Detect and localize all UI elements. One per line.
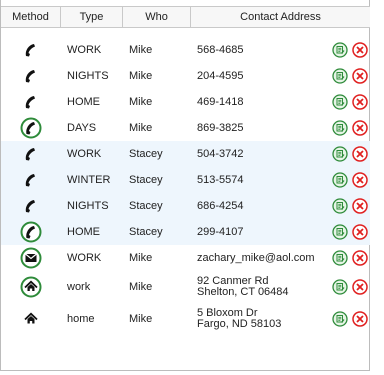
contact-address-cell: 869-3825	[197, 121, 244, 134]
delete-icon[interactable]	[352, 146, 368, 162]
edit-icon[interactable]	[332, 224, 348, 240]
table-row[interactable]: WORK Mike 568-4685	[1, 37, 370, 63]
phone-icon	[1, 41, 61, 59]
contact-address-cell: 504-3742	[197, 147, 244, 160]
phone-icon	[1, 145, 61, 163]
column-header-method[interactable]: Method	[1, 7, 61, 27]
delete-icon[interactable]	[352, 68, 368, 84]
phone-circle-icon	[1, 221, 61, 243]
row-actions	[332, 146, 368, 162]
table-row[interactable]: WORK Mike zachary_mike@aol.com	[1, 245, 370, 271]
who-cell: Mike	[129, 252, 153, 264]
contact-address-cell: 686-4254	[197, 199, 244, 212]
edit-icon[interactable]	[332, 42, 348, 58]
delete-icon[interactable]	[352, 120, 368, 136]
column-header-type[interactable]: Type	[61, 7, 123, 27]
delete-icon[interactable]	[352, 311, 368, 327]
row-actions	[332, 42, 368, 58]
who-cell: Stacey	[129, 148, 163, 160]
row-actions	[332, 120, 368, 136]
table-row[interactable]: NIGHTS Stacey 686-4254	[1, 193, 370, 219]
table-row[interactable]: DAYS Mike 869-3825	[1, 115, 370, 141]
phone-icon	[1, 171, 61, 189]
delete-icon[interactable]	[352, 250, 368, 266]
who-cell: Mike	[129, 313, 153, 325]
delete-icon[interactable]	[352, 42, 368, 58]
contact-methods-panel: Method Type Who Contact Address WORK Mike…	[0, 0, 370, 371]
row-actions	[332, 250, 368, 266]
column-header-who[interactable]: Who	[123, 7, 191, 27]
type-cell: home	[67, 313, 95, 325]
who-cell: Stacey	[129, 174, 163, 186]
row-actions	[332, 311, 368, 327]
contact-address-cell: 92 Canmer Rd Shelton, CT 06484	[197, 275, 289, 298]
type-cell: DAYS	[67, 122, 97, 134]
phone-icon	[1, 67, 61, 85]
contact-address-cell: 299-4107	[197, 225, 244, 238]
table-row[interactable]: WINTER Stacey 513-5574	[1, 167, 370, 193]
type-cell: WINTER	[67, 174, 111, 186]
row-actions	[332, 94, 368, 110]
home-icon	[1, 310, 61, 328]
edit-icon[interactable]	[332, 94, 348, 110]
edit-icon[interactable]	[332, 172, 348, 188]
edit-icon[interactable]	[332, 311, 348, 327]
who-cell: Mike	[129, 70, 153, 82]
type-cell: HOME	[67, 96, 100, 108]
table-row[interactable]: WORK Stacey 504-3742	[1, 141, 370, 167]
type-cell: WORK	[67, 252, 102, 264]
edit-icon[interactable]	[332, 198, 348, 214]
table-row[interactable]: HOME Stacey 299-4107	[1, 219, 370, 245]
type-cell: work	[67, 281, 91, 293]
who-cell: Mike	[129, 281, 153, 293]
phone-circle-icon	[1, 117, 61, 139]
who-cell: Mike	[129, 44, 153, 56]
contact-address-cell: zachary_mike@aol.com	[197, 251, 315, 264]
table-row[interactable]: work Mike 92 Canmer Rd Shelton, CT 06484	[1, 271, 370, 303]
delete-icon[interactable]	[352, 224, 368, 240]
who-cell: Mike	[129, 122, 153, 134]
contact-address-cell: 513-5574	[197, 173, 244, 186]
type-cell: HOME	[67, 226, 100, 238]
row-actions	[332, 279, 368, 295]
envelope-circle-icon	[1, 247, 61, 269]
type-cell: NIGHTS	[67, 70, 109, 82]
edit-icon[interactable]	[332, 68, 348, 84]
contact-address-cell: 204-4595	[197, 69, 244, 82]
home-circle-icon	[1, 276, 61, 298]
who-cell: Stacey	[129, 200, 163, 212]
edit-icon[interactable]	[332, 120, 348, 136]
table-body: WORK Mike 568-4685 NIGHTS Mike 204-4595 HOME Mi…	[1, 37, 370, 335]
edit-icon[interactable]	[332, 146, 348, 162]
table-row[interactable]: HOME Mike 469-1418	[1, 89, 370, 115]
table-row[interactable]: NIGHTS Mike 204-4595	[1, 63, 370, 89]
row-actions	[332, 172, 368, 188]
column-header-contact-address[interactable]: Contact Address	[191, 7, 370, 27]
row-actions	[332, 198, 368, 214]
row-actions	[332, 68, 368, 84]
table-header: Method Type Who Contact Address	[1, 6, 370, 28]
edit-icon[interactable]	[332, 279, 348, 295]
contact-address-cell: 568-4685	[197, 43, 244, 56]
edit-icon[interactable]	[332, 250, 348, 266]
phone-icon	[1, 93, 61, 111]
type-cell: WORK	[67, 148, 102, 160]
type-cell: WORK	[67, 44, 102, 56]
row-actions	[332, 224, 368, 240]
table-row[interactable]: home Mike 5 Bloxom Dr Fargo, ND 58103	[1, 303, 370, 335]
phone-icon	[1, 197, 61, 215]
delete-icon[interactable]	[352, 198, 368, 214]
type-cell: NIGHTS	[67, 200, 109, 212]
delete-icon[interactable]	[352, 279, 368, 295]
delete-icon[interactable]	[352, 94, 368, 110]
who-cell: Stacey	[129, 226, 163, 238]
delete-icon[interactable]	[352, 172, 368, 188]
contact-address-cell: 5 Bloxom Dr Fargo, ND 58103	[197, 307, 282, 330]
contact-address-cell: 469-1418	[197, 95, 244, 108]
who-cell: Mike	[129, 96, 153, 108]
